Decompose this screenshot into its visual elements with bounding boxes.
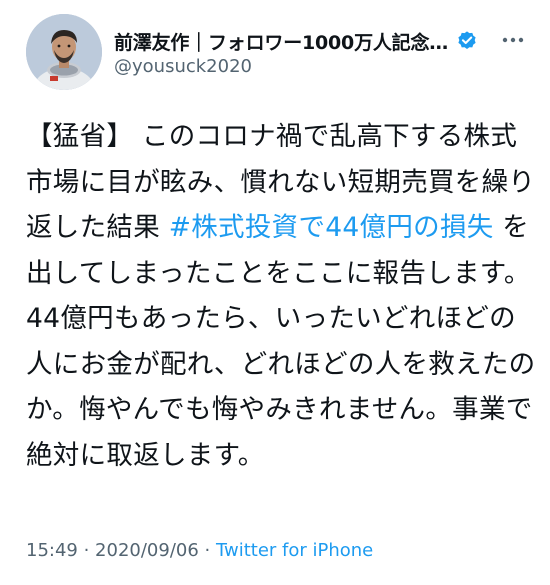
tweet-time[interactable]: 15:49 (26, 540, 78, 561)
tweet-text: 【猛省】 このコロナ禍で乱高下する株式市場に目が眩み、慣れない短期売買を繰り返し… (26, 114, 536, 478)
tweet-source-link[interactable]: Twitter for iPhone (216, 540, 373, 561)
avatar[interactable] (26, 14, 102, 90)
tweet-metadata: 15:49 · 2020/09/06 · Twitter for iPhone (26, 540, 373, 561)
hashtag-link[interactable]: #株式投資で44億円の損失 (169, 212, 494, 243)
tweet-text-part2: を出してしまったことをここに報告します。44億円もあったら、いったいどれほどの人… (26, 212, 536, 471)
user-handle[interactable]: @yousuck2020 (114, 56, 252, 77)
separator-dot: · (198, 540, 216, 561)
more-horizontal-icon[interactable] (498, 28, 528, 52)
display-name[interactable]: 前澤友作｜フォロワー1000万人記念… (114, 28, 448, 55)
tweet-date[interactable]: 2020/09/06 (95, 540, 199, 561)
separator-dot: · (77, 540, 96, 561)
author-name-row: 前澤友作｜フォロワー1000万人記念… (114, 26, 478, 56)
tweet: 前澤友作｜フォロワー1000万人記念… @yousuck2020 【猛省】 この… (0, 0, 550, 585)
verified-badge-icon (456, 30, 478, 52)
